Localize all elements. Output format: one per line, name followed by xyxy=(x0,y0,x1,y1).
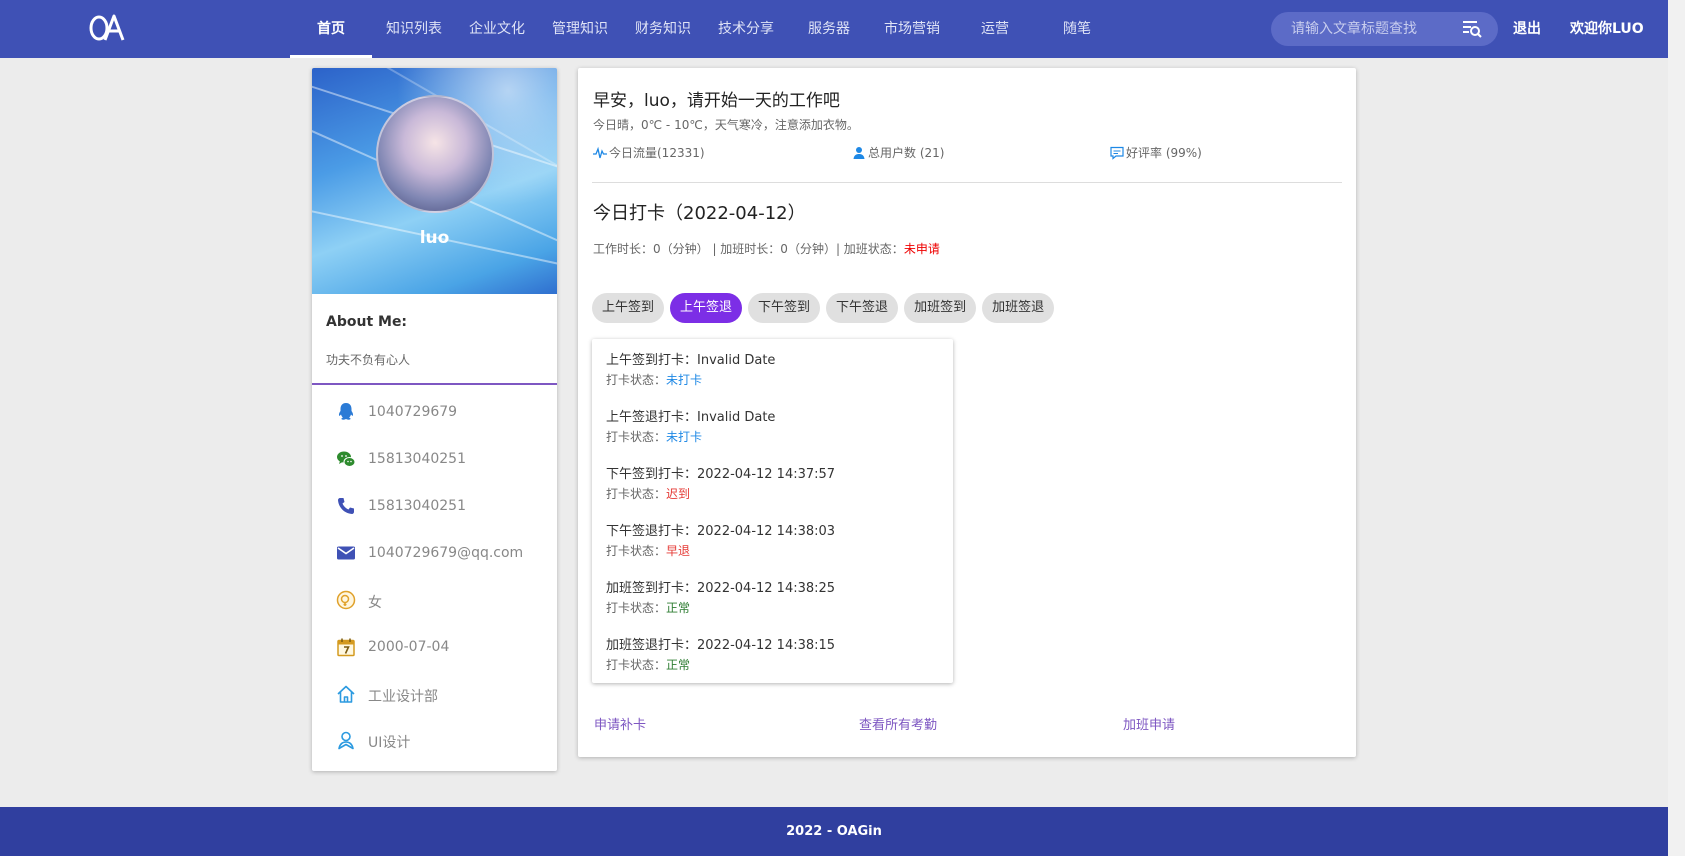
record-status: 打卡状态：未打卡 xyxy=(606,430,703,444)
stat-traffic-label: 今日流量(12331) xyxy=(609,146,705,160)
search-icon[interactable] xyxy=(1462,20,1482,38)
app-logo[interactable] xyxy=(88,13,128,43)
nav-item-tech[interactable]: 技术分享 xyxy=(704,0,788,58)
position-value: UI设计 xyxy=(368,735,411,751)
dashboard-card: 早安，luo，请开始一天的工作吧 今日晴，0℃ - 10℃，天气寒冷，注意添加衣… xyxy=(578,68,1356,757)
checkin-records-panel: 上午签到打卡：Invalid Date 打卡状态：未打卡 上午签退打卡：Inva… xyxy=(592,339,953,683)
about-text: 功夫不负有心人 xyxy=(326,353,411,367)
record-title: 上午签退打卡：Invalid Date xyxy=(606,410,776,425)
record-item: 下午签退打卡：2022-04-12 14:38:03 打卡状态：早退 xyxy=(606,520,835,559)
birthday-value: 2000-07-04 xyxy=(368,639,450,655)
page-scrollbar[interactable] xyxy=(1668,0,1685,856)
stat-traffic: 今日流量(12331) xyxy=(593,144,705,161)
nav-item-essay[interactable]: 随笔 xyxy=(1036,0,1118,58)
record-item: 上午签退打卡：Invalid Date 打卡状态：未打卡 xyxy=(606,406,775,445)
chip-afternoon-checkout[interactable]: 下午签退 xyxy=(826,293,899,323)
department-value: 工业设计部 xyxy=(368,689,438,705)
pulse-icon xyxy=(593,146,607,158)
view-all-attendance-link[interactable]: 查看所有考勤 xyxy=(859,714,937,733)
logout-button[interactable]: 退出 xyxy=(1513,0,1541,58)
record-title: 上午签到打卡：Invalid Date xyxy=(606,353,776,368)
profile-banner: luo xyxy=(312,68,557,294)
calendar-icon xyxy=(337,638,355,657)
main-nav: 首页 知识列表 企业文化 管理知识 财务知识 技术分享 服务器 市场营销 运营 … xyxy=(290,0,1118,58)
user-icon xyxy=(338,731,354,750)
checkin-chip-group: 上午签到 上午签退 下午签到 下午签退 加班签到 加班签退 xyxy=(592,293,1060,323)
email-address: 1040729679@qq.com xyxy=(368,545,524,561)
nav-item-culture[interactable]: 企业文化 xyxy=(456,0,538,58)
apply-makeup-link[interactable]: 申请补卡 xyxy=(594,714,646,733)
wechat-number: 15813040251 xyxy=(368,451,466,467)
chip-overtime-checkin[interactable]: 加班签到 xyxy=(904,293,977,323)
overtime-status: 未申请 xyxy=(903,242,940,256)
chip-overtime-checkout[interactable]: 加班签退 xyxy=(982,293,1055,323)
record-item: 加班签退打卡：2022-04-12 14:38:15 打卡状态：正常 xyxy=(606,634,835,673)
profile-name: luo xyxy=(419,228,450,248)
weather-text: 今日晴，0℃ - 10℃，天气寒冷，注意添加衣物。 xyxy=(593,118,859,132)
nav-item-server[interactable]: 服务器 xyxy=(788,0,870,58)
checkin-title: 今日打卡（2022-04-12） xyxy=(593,203,806,224)
avatar[interactable] xyxy=(376,95,494,213)
qq-icon xyxy=(338,403,354,420)
top-navbar: 首页 知识列表 企业文化 管理知识 财务知识 技术分享 服务器 市场营销 运营 … xyxy=(0,0,1668,58)
chip-morning-checkout[interactable]: 上午签退 xyxy=(670,293,743,323)
footer: 2022 - OAGin xyxy=(0,807,1668,856)
search-box xyxy=(1271,12,1498,46)
chip-afternoon-checkin[interactable]: 下午签到 xyxy=(748,293,821,323)
footer-text: 2022 - OAGin xyxy=(786,824,882,839)
comment-icon xyxy=(1110,146,1124,160)
logo-icon xyxy=(89,14,125,41)
stat-users-label: 总用户数 (21) xyxy=(868,146,945,160)
welcome-text: 欢迎你LUO xyxy=(1570,21,1644,37)
stat-users: 总用户数 (21) xyxy=(852,144,944,161)
record-title: 加班签退打卡：2022-04-12 14:38:15 xyxy=(606,638,836,653)
search-input[interactable] xyxy=(1291,12,1451,46)
info-row-wechat: 15813040251 xyxy=(312,437,557,481)
nav-item-home[interactable]: 首页 xyxy=(290,0,372,58)
record-item: 下午签到打卡：2022-04-12 14:37:57 打卡状态：迟到 xyxy=(606,463,835,502)
record-item: 加班签到打卡：2022-04-12 14:38:25 打卡状态：正常 xyxy=(606,577,835,616)
record-title: 下午签退打卡：2022-04-12 14:38:03 xyxy=(606,524,836,539)
info-row-birthday: 2000-07-04 xyxy=(312,625,557,669)
worktime-summary: 工作时长：0（分钟） | 加班时长：0（分钟）| 加班状态：未申请 xyxy=(593,240,940,257)
info-row-gender: 女 xyxy=(312,578,557,622)
section-divider xyxy=(592,182,1342,183)
gender-icon xyxy=(336,590,356,610)
stat-rating-label: 好评率 (99%) xyxy=(1126,146,1202,160)
about-divider xyxy=(312,383,557,385)
overtime-apply-link[interactable]: 加班申请 xyxy=(1123,714,1175,733)
nav-item-knowledge-list[interactable]: 知识列表 xyxy=(372,0,456,58)
record-title: 下午签到打卡：2022-04-12 14:37:57 xyxy=(606,467,836,482)
worktime-text: 工作时长：0（分钟） | 加班时长：0（分钟）| 加班状态： xyxy=(593,242,904,256)
greeting-title: 早安，luo，请开始一天的工作吧 xyxy=(593,91,840,111)
stat-rating: 好评率 (99%) xyxy=(1110,144,1202,161)
about-title: About Me: xyxy=(326,314,408,330)
record-item: 上午签到打卡：Invalid Date 打卡状态：未打卡 xyxy=(606,349,775,388)
nav-item-operations[interactable]: 运营 xyxy=(954,0,1036,58)
phone-icon xyxy=(338,498,354,514)
info-row-phone: 15813040251 xyxy=(312,484,557,528)
nav-item-management[interactable]: 管理知识 xyxy=(538,0,622,58)
users-icon xyxy=(853,146,865,159)
nav-item-marketing[interactable]: 市场营销 xyxy=(870,0,954,58)
record-title: 加班签到打卡：2022-04-12 14:38:25 xyxy=(606,581,836,596)
info-row-email: 1040729679@qq.com xyxy=(312,531,557,575)
gender-value: 女 xyxy=(368,595,382,611)
qq-number: 1040729679 xyxy=(368,404,458,420)
phone-number: 15813040251 xyxy=(368,498,466,514)
record-status: 打卡状态：正常 xyxy=(606,601,691,615)
info-row-department: 工业设计部 xyxy=(312,672,557,716)
record-status: 打卡状态：迟到 xyxy=(606,487,691,501)
info-row-qq: 1040729679 xyxy=(312,390,557,434)
chip-morning-checkin[interactable]: 上午签到 xyxy=(592,293,665,323)
info-row-position: UI设计 xyxy=(312,718,557,762)
record-status: 打卡状态：正常 xyxy=(606,658,691,672)
profile-card: luo About Me: 功夫不负有心人 1040729679 1581304… xyxy=(312,68,557,771)
wechat-icon xyxy=(337,451,356,467)
nav-item-finance[interactable]: 财务知识 xyxy=(622,0,704,58)
home-icon xyxy=(337,685,355,703)
mail-icon xyxy=(337,546,355,560)
record-status: 打卡状态：未打卡 xyxy=(606,373,703,387)
record-status: 打卡状态：早退 xyxy=(606,544,691,558)
